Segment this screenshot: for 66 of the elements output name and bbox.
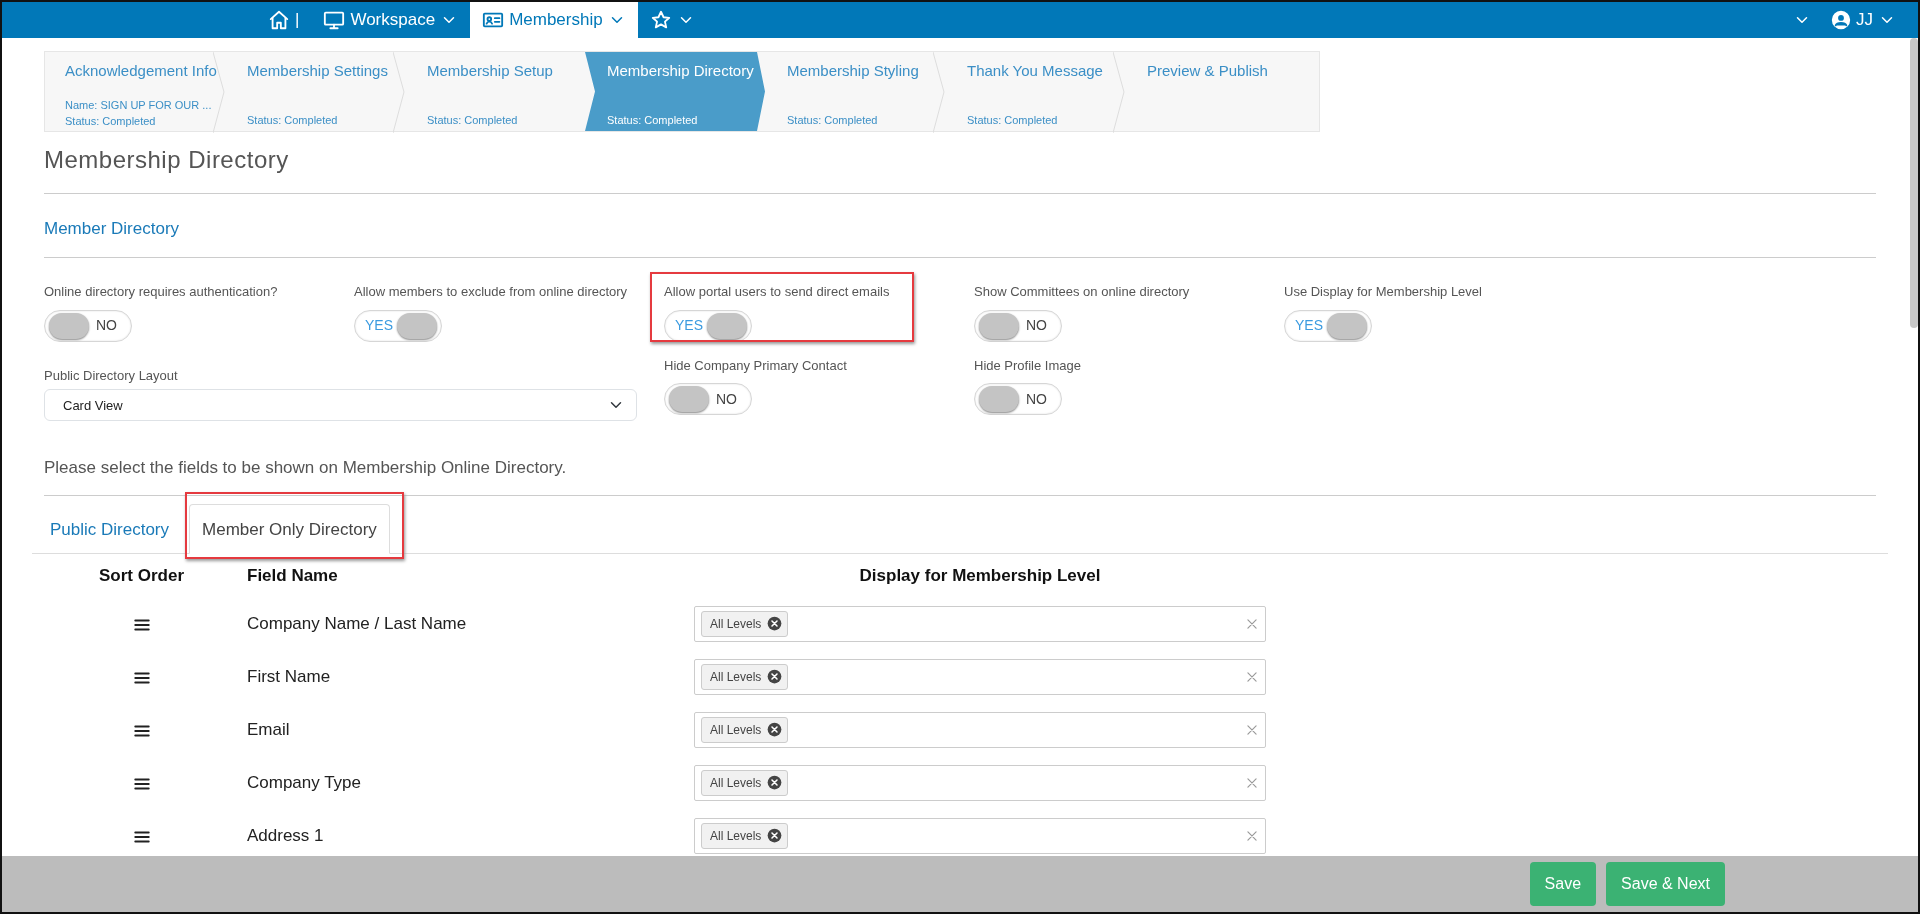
field-label: Online directory requires authentication?: [44, 283, 279, 302]
level-tag: All Levels: [701, 610, 789, 637]
nav-menu[interactable]: Membership: [470, 2, 638, 38]
column-header: Display for Membership Level: [858, 564, 1102, 587]
home-button[interactable]: |: [256, 2, 312, 38]
wizard-step[interactable]: Membership Styling Status: Completed: [765, 52, 945, 131]
page-title: Membership Directory: [44, 146, 290, 175]
field-label: Show Committees on online directory: [974, 283, 1191, 302]
wizard-step[interactable]: Acknowledgement Info Name: SIGN UP FOR OUR ... Status: Completed: [45, 52, 225, 131]
remove-icon[interactable]: [767, 722, 783, 738]
remove-icon[interactable]: [767, 775, 783, 791]
remove-icon[interactable]: [767, 669, 783, 685]
toggle-switch[interactable]: NO: [44, 309, 132, 342]
column-header: Sort Order: [98, 564, 185, 587]
table-cell-text: Company Type: [246, 772, 363, 795]
wizard-step[interactable]: Membership Settings Status: Completed: [225, 52, 405, 131]
table-cell-text: First Name: [246, 666, 332, 689]
star-icon: [649, 9, 672, 31]
multi-select-field[interactable]: All Levels: [694, 605, 1266, 642]
instruction-text: Please select the fields to be shown on Membership Online Directory.: [44, 457, 568, 480]
level-tag: All Levels: [701, 716, 789, 743]
toggle-switch[interactable]: NO: [974, 309, 1062, 342]
clear-icon[interactable]: [1245, 775, 1259, 790]
clear-icon[interactable]: [1245, 669, 1259, 684]
user-menu[interactable]: JJ: [1831, 7, 1896, 33]
toggle-switch[interactable]: YES: [664, 309, 752, 342]
layout-dropdown[interactable]: Card View: [44, 389, 637, 422]
wizard-step[interactable]: Preview & Publish: [1125, 52, 1305, 131]
level-tag: All Levels: [701, 822, 789, 849]
toggle-switch[interactable]: NO: [664, 383, 752, 416]
clear-icon[interactable]: [1245, 722, 1259, 737]
tab[interactable]: Member Only Directory: [189, 504, 390, 554]
clear-icon[interactable]: [1245, 828, 1259, 843]
column-header: Field Name: [246, 564, 339, 587]
table-cell-text: Address 1: [246, 825, 325, 848]
toggle-switch[interactable]: NO: [974, 383, 1062, 416]
home-icon: [268, 9, 290, 31]
toggle-switch[interactable]: YES: [1284, 309, 1372, 342]
tab[interactable]: Public Directory: [38, 505, 182, 553]
remove-icon[interactable]: [767, 616, 783, 632]
multi-select-field[interactable]: All Levels: [694, 764, 1266, 801]
table-cell-text: Email: [246, 719, 291, 742]
remove-icon[interactable]: [767, 828, 783, 844]
wizard-step[interactable]: Thank You Message Status: Completed: [945, 52, 1125, 131]
field-label: Hide Profile Image: [974, 356, 1082, 375]
user-avatar-icon: [1831, 10, 1851, 30]
level-tag: All Levels: [701, 663, 789, 690]
table-cell-text: Company Name / Last Name: [246, 613, 468, 636]
wizard-step[interactable]: Membership Directory Status: Completed: [585, 52, 765, 131]
field-label: Public Directory Layout: [44, 366, 179, 385]
field-label: Allow portal users to send direct emails: [664, 283, 891, 302]
save-button[interactable]: Save: [1529, 862, 1597, 906]
multi-select-field[interactable]: All Levels: [694, 658, 1266, 695]
monitor-icon: [323, 9, 346, 31]
toggle-switch[interactable]: YES: [354, 309, 442, 342]
clear-icon[interactable]: [1245, 616, 1259, 631]
multi-select-field[interactable]: All Levels: [694, 817, 1266, 854]
save-button[interactable]: Save & Next: [1606, 862, 1725, 906]
multi-select-field[interactable]: All Levels: [694, 711, 1266, 748]
field-label: Use Display for Membership Level: [1284, 283, 1483, 302]
field-label: Allow members to exclude from online directory: [354, 283, 629, 302]
level-tag: All Levels: [701, 769, 789, 796]
section-title: Member Directory: [44, 217, 181, 240]
field-label: Hide Company Primary Contact: [664, 356, 848, 375]
nav-menu[interactable]: Workspace: [311, 2, 471, 38]
wizard-step[interactable]: Membership Setup Status: Completed: [405, 52, 585, 131]
